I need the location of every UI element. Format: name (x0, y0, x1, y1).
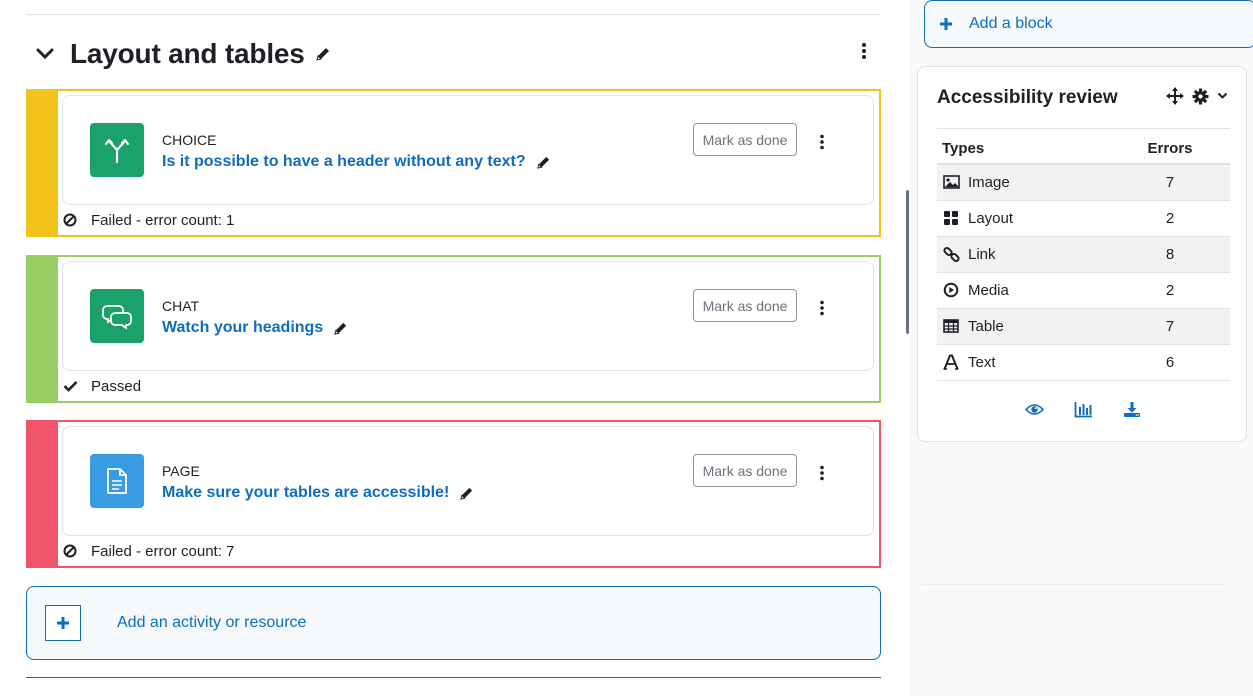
table-row: Layout 2 (937, 200, 1230, 237)
activity-name-row: Is it possible to have a header without … (162, 153, 551, 171)
top-divider (26, 14, 881, 15)
ban-icon (62, 544, 78, 558)
activity-name-link[interactable]: Make sure your tables are accessible! (162, 484, 449, 502)
plus-icon (939, 17, 953, 31)
table-row: Table 7 (937, 308, 1230, 345)
text-icon (942, 354, 960, 370)
activity-status: Passed (62, 375, 141, 397)
add-activity-button[interactable]: Add an activity or resource (26, 586, 881, 660)
section-title: Layout and tables (70, 38, 305, 69)
block-controls (1166, 87, 1228, 105)
activity-type: PAGE (162, 463, 200, 479)
activity-choice: CHOICE Is it possible to have a header w… (26, 89, 881, 237)
block-title: Accessibility review (937, 87, 1118, 108)
choice-icon[interactable] (90, 123, 144, 177)
activity-type: CHOICE (162, 132, 217, 148)
activity-status: Failed - error count: 7 (62, 540, 234, 562)
table-row: Media 2 (937, 272, 1230, 309)
table-icon (942, 319, 960, 333)
activity-name-link[interactable]: Watch your headings (162, 319, 323, 337)
activity-card: CHAT Watch your headings Mark as done (62, 261, 874, 371)
error-count: 6 (1110, 344, 1230, 381)
add-block-label: Add a block (969, 15, 1053, 32)
mark-as-done-button[interactable]: Mark as done (693, 454, 797, 487)
error-count: 7 (1110, 308, 1230, 345)
add-activity-label: Add an activity or resource (117, 614, 307, 631)
gear-icon[interactable] (1192, 88, 1209, 105)
activity-card: CHOICE Is it possible to have a header w… (62, 95, 874, 205)
errors-table: Types Errors Image 7 Layout 2 Link 8 Med… (937, 128, 1230, 381)
mark-as-done-button[interactable]: Mark as done (693, 289, 797, 322)
ban-icon (62, 213, 78, 227)
activity-status: Failed - error count: 1 (62, 209, 234, 231)
block-actions (918, 401, 1248, 418)
error-count: 7 (1110, 164, 1230, 201)
activity-menu-icon[interactable] (819, 465, 825, 481)
link-icon (942, 246, 960, 263)
error-count: 8 (1110, 236, 1230, 273)
type-label: Text (968, 353, 996, 371)
type-label: Table (968, 317, 1004, 335)
pencil-icon[interactable] (333, 321, 348, 336)
status-text: Failed - error count: 1 (91, 211, 235, 229)
page-icon[interactable] (90, 454, 144, 508)
chat-icon[interactable] (90, 289, 144, 343)
table-row: Link 8 (937, 236, 1230, 273)
mark-as-done-button[interactable]: Mark as done (693, 123, 797, 156)
pencil-icon[interactable] (459, 486, 474, 501)
column-header-errors: Errors (1110, 128, 1230, 165)
activity-card: PAGE Make sure your tables are accessibl… (62, 426, 874, 536)
pencil-icon[interactable] (536, 155, 551, 170)
plus-icon (45, 605, 81, 641)
pencil-icon[interactable] (315, 46, 331, 62)
image-icon (942, 175, 960, 190)
chevron-down-icon[interactable] (26, 48, 64, 60)
sidebar-divider (922, 584, 1226, 585)
eye-icon[interactable] (1025, 401, 1044, 418)
download-icon[interactable] (1123, 401, 1141, 418)
column-header-types: Types (937, 128, 1110, 165)
type-label: Layout (968, 209, 1014, 227)
activity-name-row: Make sure your tables are accessible! (162, 484, 474, 502)
error-count: 2 (1110, 200, 1230, 237)
activity-name-link[interactable]: Is it possible to have a header without … (162, 153, 526, 171)
move-icon[interactable] (1166, 87, 1184, 105)
activity-type: CHAT (162, 298, 200, 314)
media-icon (942, 282, 960, 298)
type-label: Link (968, 245, 996, 263)
add-block-button[interactable]: Add a block (924, 0, 1253, 48)
activity-menu-icon[interactable] (819, 134, 825, 150)
type-label: Image (968, 173, 1010, 191)
section-menu-icon[interactable] (861, 42, 867, 65)
check-icon (62, 380, 78, 392)
table-row: Image 7 (937, 164, 1230, 201)
layout-icon (942, 210, 960, 226)
section-header: Layout and tables (26, 36, 881, 72)
error-count: 2 (1110, 272, 1230, 309)
type-label: Media (968, 281, 1009, 299)
bar-chart-icon[interactable] (1074, 401, 1093, 418)
table-row: Text 6 (937, 344, 1230, 381)
activity-menu-icon[interactable] (819, 300, 825, 316)
accessibility-review-block: Accessibility review Types Errors Image … (917, 66, 1247, 442)
status-text: Failed - error count: 7 (91, 542, 235, 560)
status-text: Passed (91, 377, 142, 395)
bottom-divider (26, 677, 881, 678)
chevron-down-icon[interactable] (1217, 92, 1228, 100)
activity-chat: CHAT Watch your headings Mark as done Pa… (26, 255, 881, 403)
activity-name-row: Watch your headings (162, 319, 348, 337)
course-page: Layout and tables CHOICE Is it possible … (0, 0, 1253, 696)
activity-page: PAGE Make sure your tables are accessibl… (26, 420, 881, 568)
